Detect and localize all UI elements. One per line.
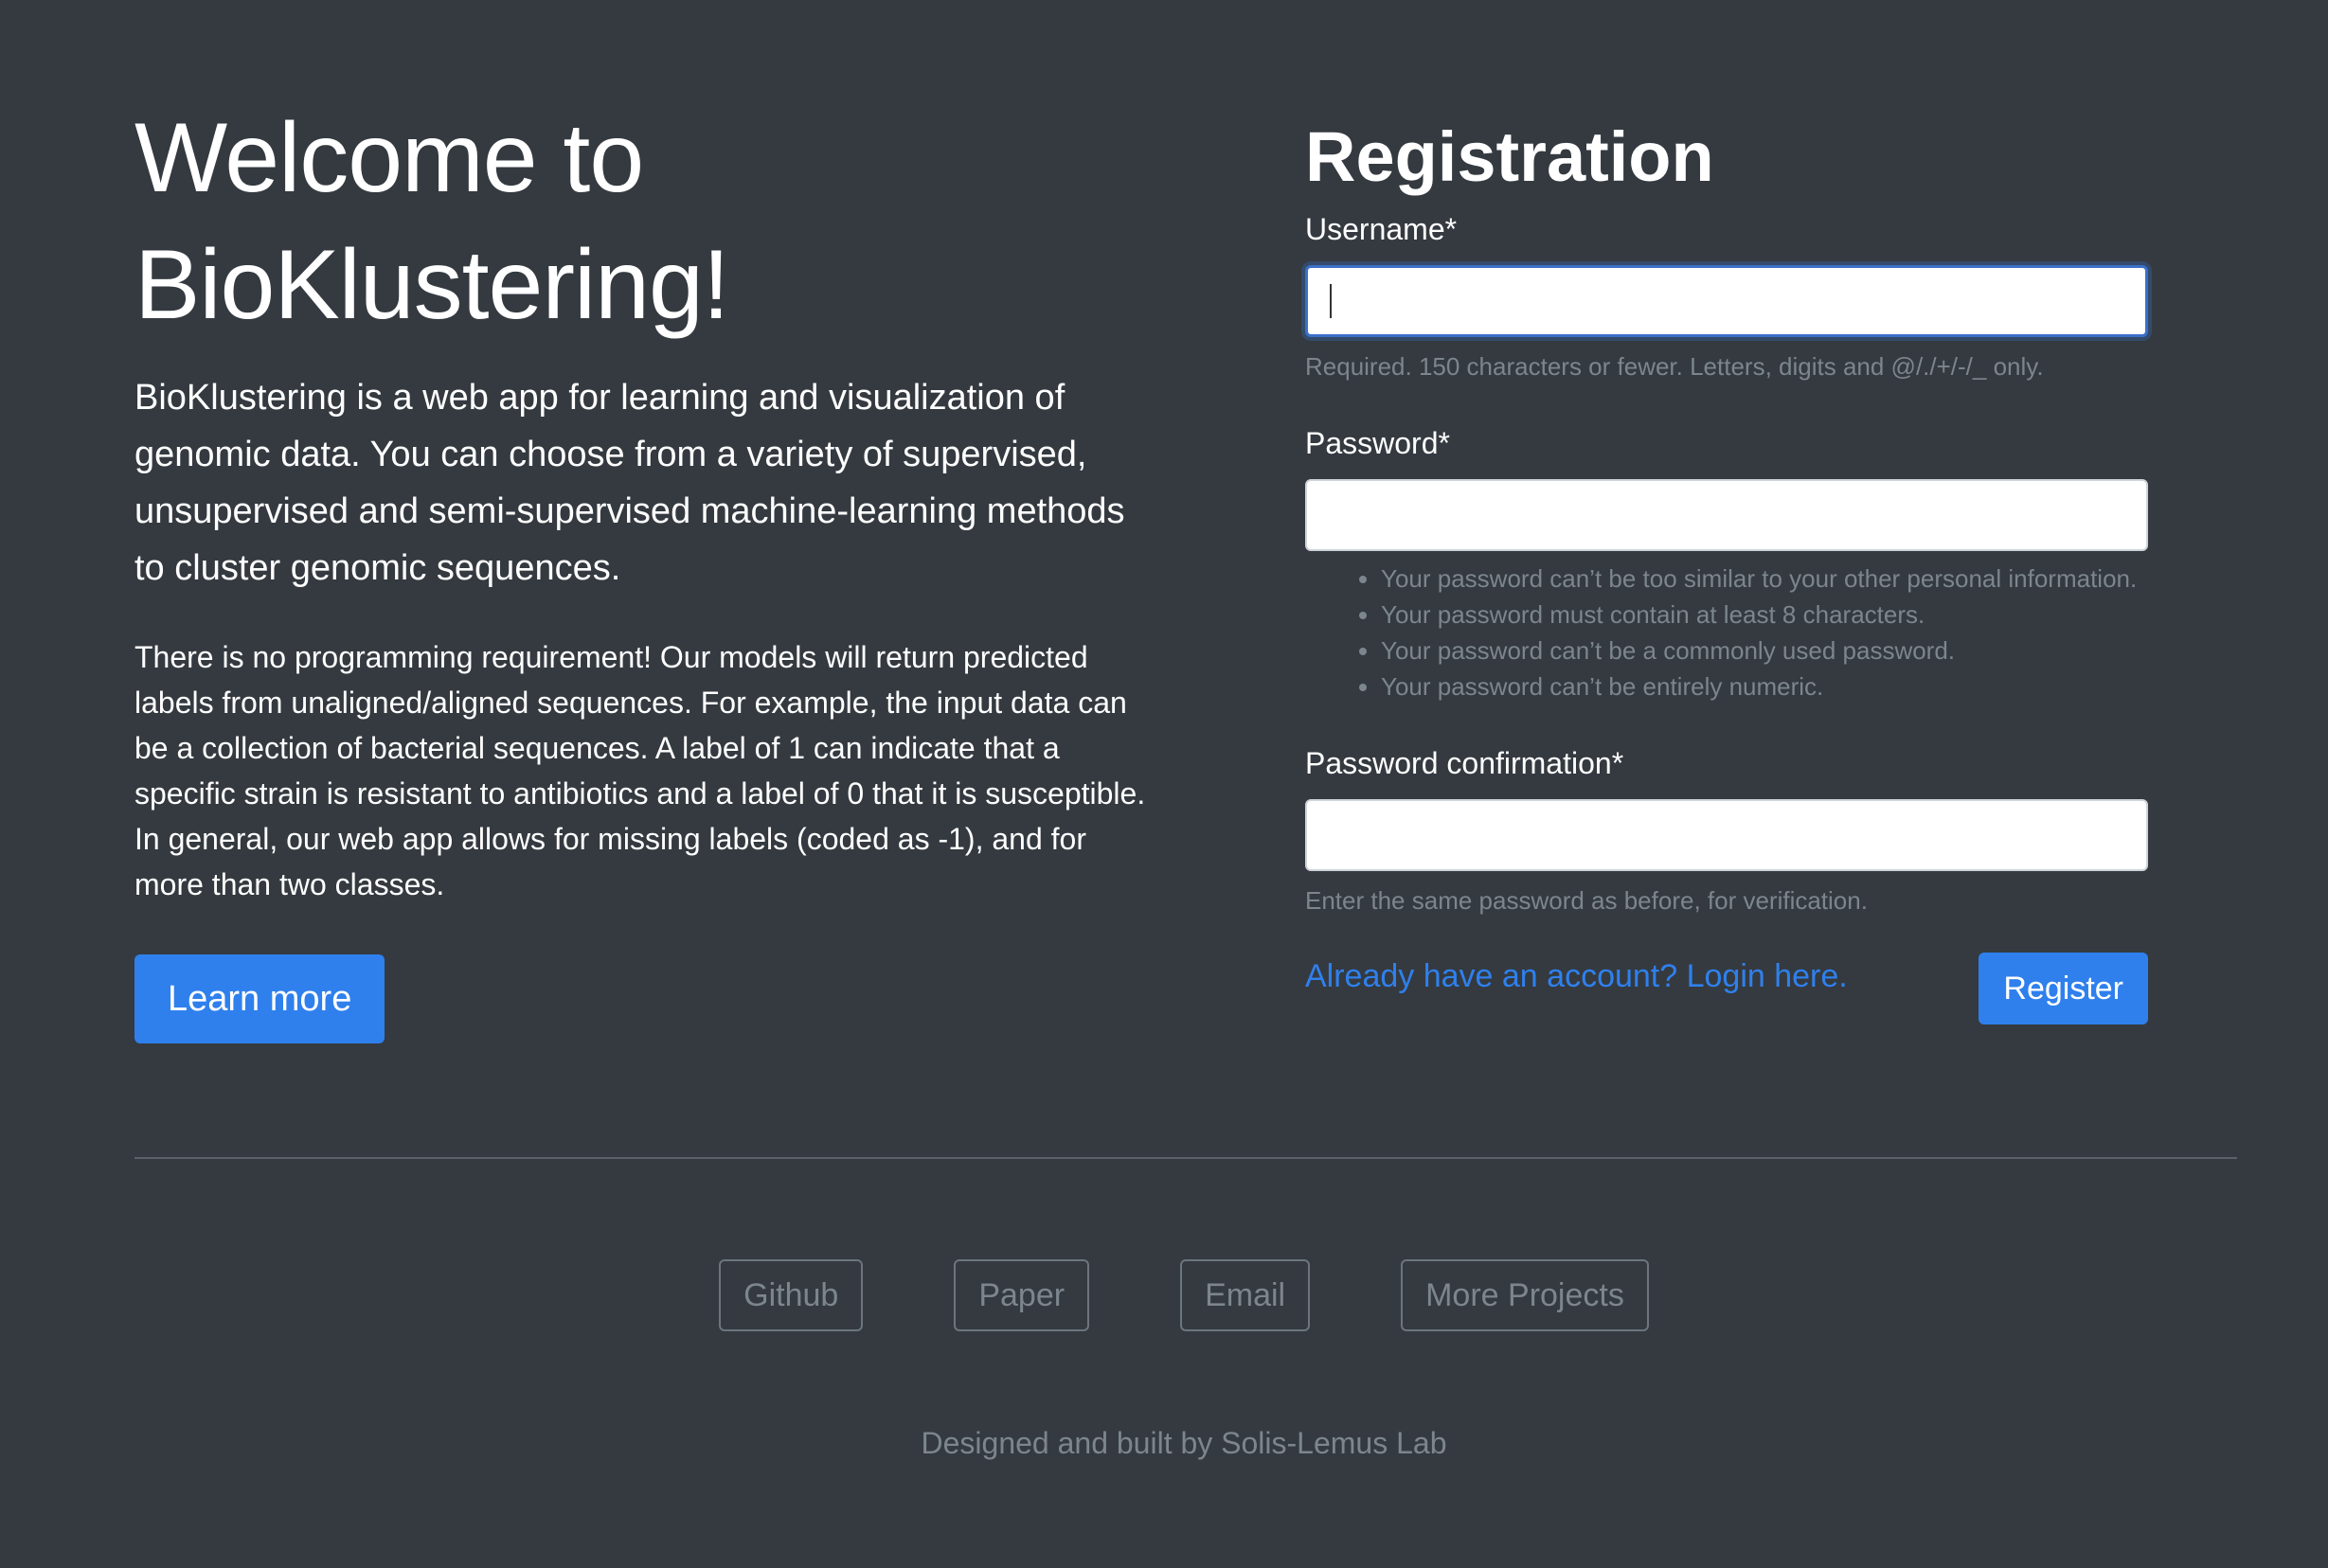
username-input-wrap [1305,265,2148,337]
username-input[interactable] [1305,265,2148,337]
hero-title-line2: BioKlustering! [134,230,730,340]
password-confirmation-field-group: Password confirmation* Enter the same pa… [1305,744,2148,918]
footer-credit: Designed and built by Solis-Lemus Lab [921,1426,1447,1460]
register-button[interactable]: Register [1979,953,2148,1025]
password-field-group: Password* Your password can’t be too sim… [1305,424,2148,704]
footer-links: Github Paper Email More Projects [0,1259,2328,1331]
more-projects-link-button[interactable]: More Projects [1401,1259,1649,1331]
footer-divider [134,1157,2237,1159]
hero-body-text: There is no programming requirement! Our… [134,640,1146,901]
learn-more-button[interactable]: Learn more [134,954,385,1043]
password-input[interactable] [1305,479,2148,551]
paper-link-button[interactable]: Paper [954,1259,1090,1331]
password-label: Password* [1305,426,1450,460]
password-confirmation-input[interactable] [1305,799,2148,871]
registration-form: Registration Username* Required. 150 cha… [1305,112,2148,1028]
password-help-item: Your password can’t be entirely numeric. [1381,668,2148,704]
password-help-item: Your password can’t be too similar to yo… [1381,561,2148,597]
github-link-button[interactable]: Github [719,1259,864,1331]
hero-lead-text: BioKlustering is a web app for learning … [134,378,1125,588]
password-help-item: Your password can’t be a commonly used p… [1381,633,2148,668]
page: Welcome to BioKlustering! BioKlustering … [0,0,2328,1568]
hero-section: Welcome to BioKlustering! BioKlustering … [134,95,1157,1043]
text-cursor [1330,284,1332,318]
password-confirmation-help-text: Enter the same password as before, for v… [1305,886,1868,915]
hero-title-line1: Welcome to [134,103,644,213]
hero-title: Welcome to BioKlustering! [134,95,1157,348]
email-link-button[interactable]: Email [1180,1259,1311,1331]
password-help-list: Your password can’t be too similar to yo… [1305,561,2148,704]
registration-actions: Already have an account? Login here. Reg… [1305,953,2148,1028]
registration-title: Registration [1305,117,1714,196]
username-help-text: Required. 150 characters or fewer. Lette… [1305,352,2044,381]
password-help-item: Your password must contain at least 8 ch… [1381,597,2148,633]
password-confirmation-label: Password confirmation* [1305,746,1624,780]
login-link[interactable]: Already have an account? Login here. [1305,958,1848,995]
username-field-group: Username* Required. 150 characters or fe… [1305,210,2148,384]
username-label: Username* [1305,212,1458,246]
